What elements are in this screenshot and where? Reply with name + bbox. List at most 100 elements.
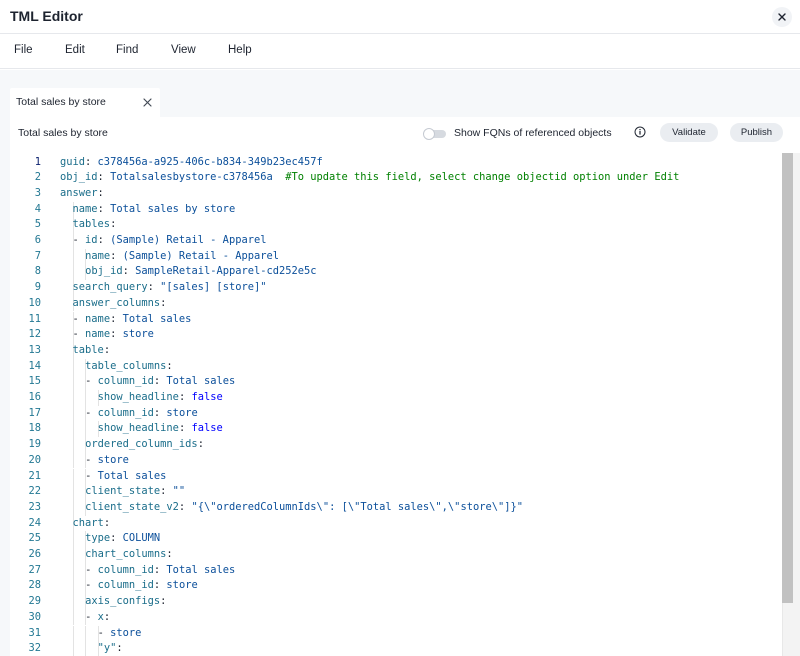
yaml-value: "" (166, 485, 186, 498)
code-text: - Total sales (85, 469, 166, 485)
code-text: - column_id: store (85, 578, 198, 594)
code-line[interactable]: 19 ordered_column_ids: (10, 437, 782, 453)
code-line[interactable]: 25 type: COLUMN (10, 531, 782, 547)
indent-guide (72, 625, 74, 642)
line-number: 31 (28, 626, 41, 639)
code-line[interactable]: 31 - store (10, 625, 782, 642)
file-tab-label: Total sales by store (16, 96, 106, 108)
code-line[interactable]: 26 chart_columns: (10, 547, 782, 563)
code-line[interactable]: 20 - store (10, 452, 782, 469)
code-text: tables: (73, 217, 117, 233)
yaml-key: table (72, 343, 104, 356)
code-text: table_columns: (85, 359, 173, 375)
yaml-key: guid (60, 155, 86, 168)
list-dash: - (85, 375, 98, 388)
yaml-value: Total sales (160, 375, 236, 388)
yaml-key: chart (72, 516, 104, 529)
code-line[interactable]: 2 obj_id: Totalsalesbystore-c378456a #To … (10, 170, 782, 186)
code-line[interactable]: 30 - x: (10, 609, 782, 626)
validate-button[interactable]: Validate (660, 123, 718, 142)
menu-edit[interactable]: Edit (65, 44, 85, 56)
yaml-key: column_id (97, 375, 154, 388)
line-number: 7 (34, 249, 41, 262)
close-window-button[interactable] (772, 7, 792, 27)
code-line[interactable]: 21 - Total sales (10, 468, 782, 485)
close-tab-icon[interactable] (142, 97, 153, 108)
menu-find[interactable]: Find (116, 44, 138, 56)
code-line[interactable]: 10 answer_columns: (10, 295, 782, 312)
yaml-value: Total sales (97, 469, 167, 482)
line-number: 27 (28, 563, 41, 576)
yaml-value: (Sample) Retail - Apparel (116, 249, 280, 262)
publish-button[interactable]: Publish (730, 123, 783, 142)
code-line[interactable]: 28 - column_id: store (10, 578, 782, 595)
code-text: type: COLUMN (85, 531, 160, 547)
yaml-colon: : (166, 548, 173, 560)
code-line[interactable]: 17 - column_id: store (10, 405, 782, 422)
code-line[interactable]: 12 - name: store (10, 327, 782, 343)
toggle-knob (423, 128, 435, 140)
code-line[interactable]: 9 search_query: "[sales] [store]" (10, 280, 782, 296)
line-number: 24 (28, 516, 41, 529)
line-number: 17 (28, 406, 41, 419)
code-line[interactable]: 24 chart: (10, 515, 782, 532)
yaml-colon: : (160, 296, 167, 309)
line-number: 18 (28, 422, 41, 435)
menu-view[interactable]: View (171, 44, 196, 56)
yaml-key: answer_columns (72, 296, 161, 309)
code-text: - store (85, 453, 129, 469)
code-text: client_state_v2: "{\"orderedColumnIds\":… (85, 500, 523, 516)
code-text: chart: (73, 516, 111, 532)
code-line[interactable]: 15 - column_id: Total sales (10, 374, 782, 390)
code-line[interactable]: 7 name: (Sample) Retail - Apparel (10, 248, 782, 265)
code-line[interactable]: 32 "y": (10, 641, 782, 656)
scrollbar-thumb[interactable] (782, 153, 793, 603)
indent-guide (72, 452, 74, 469)
menu-file[interactable]: File (14, 44, 33, 56)
code-line[interactable]: 13 table: (10, 342, 782, 359)
code-line[interactable]: 22 client_state: "" (10, 484, 782, 500)
code-text: search_query: "[sales] [store]" (73, 280, 267, 296)
code-line[interactable]: 1 guid: c378456a-a925-406c-b834-349b23ec4… (10, 155, 782, 171)
code-line[interactable]: 4 name: Total sales by store (10, 201, 782, 218)
yaml-colon: : (103, 610, 111, 623)
code-line[interactable]: 8 obj_id: SampleRetail-Apparel-cd252e5c (10, 264, 782, 281)
code-line[interactable]: 18 show_headline: false (10, 421, 782, 438)
code-line[interactable]: 16 show_headline: false (10, 390, 782, 406)
line-number: 8 (34, 265, 41, 278)
code-text: - name: Total sales (73, 312, 192, 328)
line-number: 30 (28, 610, 41, 623)
line-number: 19 (28, 438, 41, 451)
code-line[interactable]: 11 - name: Total sales (10, 311, 782, 328)
code-text: answer: (60, 186, 104, 202)
yaml-colon: : (116, 642, 123, 655)
yaml-value: (Sample) Retail - Apparel (103, 234, 267, 246)
code-line[interactable]: 29 axis_configs: (10, 594, 782, 610)
code-line[interactable]: 3 answer: (10, 186, 782, 202)
info-icon[interactable] (634, 126, 646, 138)
list-dash: - (72, 328, 86, 341)
code-line[interactable]: 6 - id: (Sample) Retail - Apparel (10, 233, 782, 249)
code-line[interactable]: 27 - column_id: Total sales (10, 562, 782, 579)
yaml-key: name (85, 312, 111, 325)
code-text: obj_id: SampleRetail-Apparel-cd252e5c (85, 264, 316, 280)
yaml-colon: : (166, 359, 173, 372)
code-line[interactable]: 23 client_state_v2: "{\"orderedColumnIds\… (10, 499, 782, 516)
menu-help[interactable]: Help (228, 44, 252, 56)
indent-guide (85, 641, 87, 656)
code-line[interactable]: 5 tables: (10, 217, 782, 233)
show-fqns-toggle[interactable] (423, 128, 446, 140)
yaml-key: search_query (72, 281, 148, 294)
yaml-value: false (185, 422, 223, 435)
file-tab[interactable]: Total sales by store (10, 88, 160, 117)
indent-guide (72, 578, 74, 595)
code-editor[interactable]: 32 "y": 31- store 30- x: 29 axis_configs: 28- … (10, 153, 800, 656)
app-title: TML Editor (10, 8, 83, 24)
close-icon (778, 13, 786, 21)
yaml-colon: : (103, 516, 111, 529)
yaml-key: column_id (97, 406, 154, 419)
indent-guide (72, 594, 74, 610)
code-text: - name: store (73, 327, 154, 343)
code-line[interactable]: 14 table_columns: (10, 358, 782, 375)
yaml-value: "{\"orderedColumnIds\": [\"Total sales\"… (185, 500, 523, 513)
